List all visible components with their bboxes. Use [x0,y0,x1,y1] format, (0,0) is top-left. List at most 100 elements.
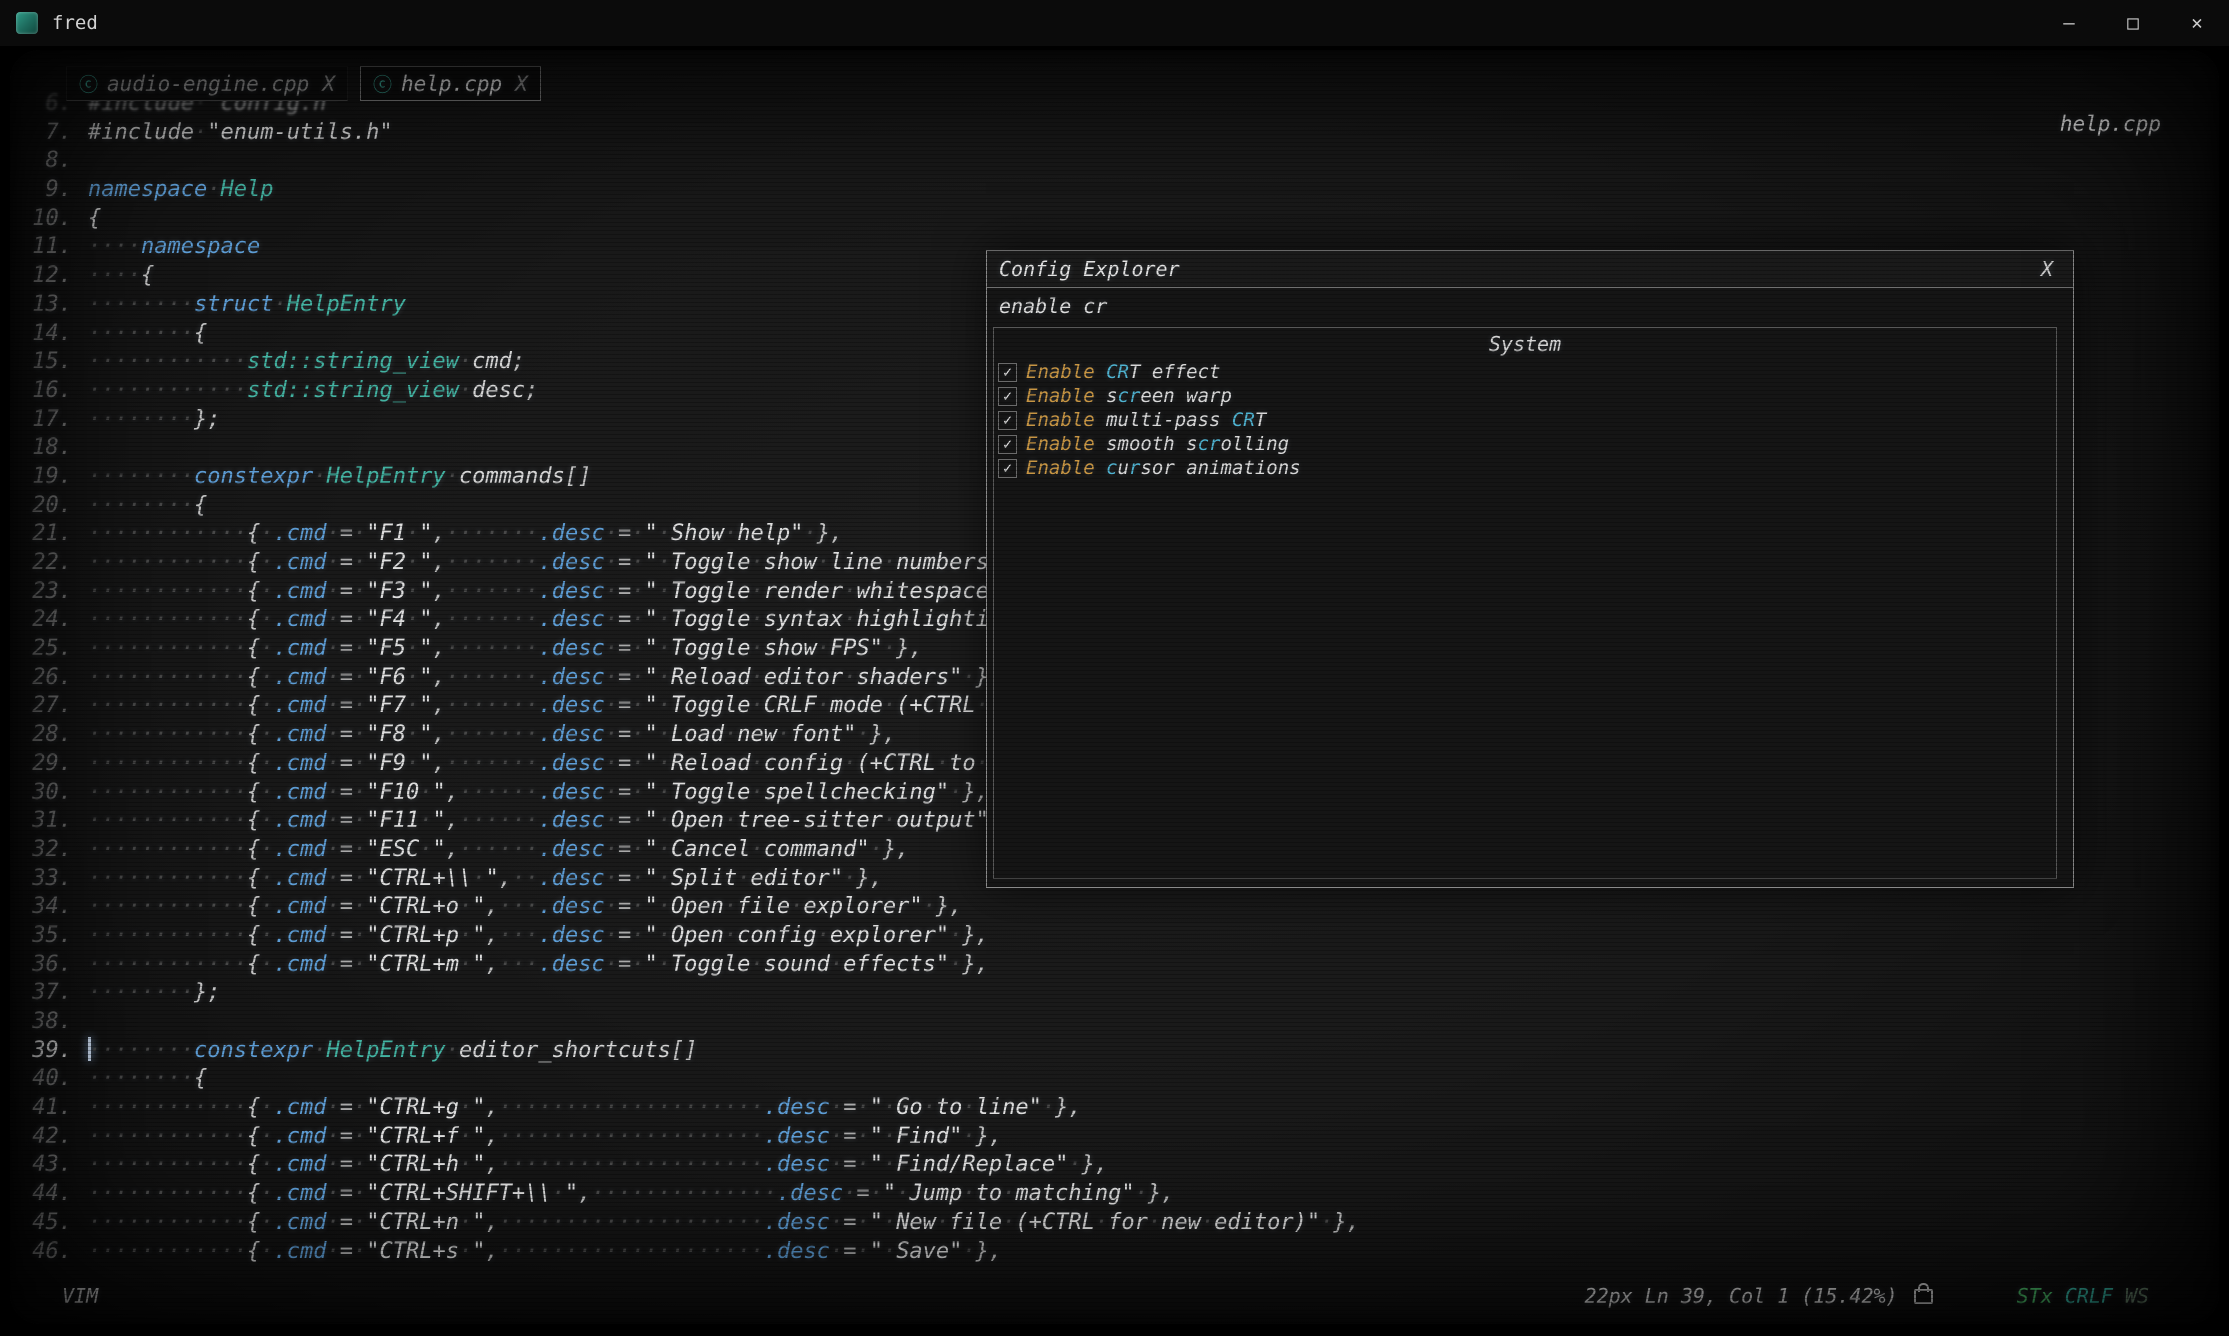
code-line[interactable]: 39.········constexpr·HelpEntry·editor_sh… [16,1037,1360,1066]
line-number: 29. [16,750,88,779]
config-explorer-close-button[interactable]: X [2033,257,2061,281]
config-options-list: System ✓Enable CRT effect✓Enable screen … [993,327,2057,879]
editor-tab-help-cpp[interactable]: ⓒhelp.cppX [360,66,541,101]
code-text: ············std::string_view·cmd; [88,348,525,377]
editor-tab-audio-engine-cpp[interactable]: ⓒaudio-engine.cppX [66,66,348,101]
code-text: ········struct·HelpEntry [88,291,406,320]
line-number: 17. [16,406,88,435]
line-number: 45. [16,1209,88,1238]
code-text: ········}; [88,406,221,435]
filename-indicator: help.cpp [2060,112,2161,136]
config-explorer-panel: Config Explorer X enable cr System ✓Enab… [986,250,2074,888]
line-number: 33. [16,865,88,894]
code-text: ····{ [88,262,154,291]
code-line[interactable]: 7.#include·"enum-utils.h" [16,119,1360,148]
code-text: ············{·.cmd·=·"CTRL+h·",·········… [88,1151,1108,1180]
config-option-row[interactable]: ✓ Enable CRT effect [994,360,2056,384]
code-text: ············{·.cmd·=·"CTRL+o·",···.desc·… [88,893,962,922]
config-search-input[interactable]: enable cr [987,288,2073,324]
tab-close-icon[interactable]: X [322,72,335,96]
line-number: 12. [16,262,88,291]
code-text: ············{·.cmd·=·"CTRL+n·",·········… [88,1209,1360,1238]
code-text: ············std::string_view·desc; [88,377,538,406]
code-text: ········{ [88,1065,207,1094]
config-explorer-title: Config Explorer [999,257,1180,281]
code-text: ········}; [88,979,221,1008]
code-line[interactable]: 36.············{·.cmd·=·"CTRL+m·",···.de… [16,951,1360,980]
code-line[interactable]: 9.namespace·Help [16,176,1360,205]
line-number: 41. [16,1094,88,1123]
config-option-row[interactable]: ✓ Enable smooth scrolling [994,432,2056,456]
tab-label: audio-engine.cpp [107,72,309,96]
config-option-row[interactable]: ✓Enable screen warp [994,384,2056,408]
code-text: namespace·Help [88,176,273,205]
code-line[interactable]: 35.············{·.cmd·=·"CTRL+p·",···.de… [16,922,1360,951]
line-number: 34. [16,893,88,922]
code-text: ············{·.cmd·=·"F2·",·······.desc·… [88,549,1042,578]
code-text: ············{·.cmd·=·"ESC·",······.desc·… [88,836,909,865]
code-text: ············{·.cmd·=·"CTRL+s·",·········… [88,1238,1002,1267]
status-flag-stx: STx [2017,1284,2053,1308]
line-number: 21. [16,520,88,549]
code-line[interactable]: 38. [16,1008,1360,1037]
checkbox-checked-icon[interactable]: ✓ [998,363,1017,382]
code-line[interactable]: 34.············{·.cmd·=·"CTRL+o·",···.de… [16,893,1360,922]
line-number: 19. [16,463,88,492]
minimize-button[interactable]: — [2037,0,2101,46]
checkbox-checked-icon[interactable]: ✓ [998,411,1017,430]
code-text: ············{·.cmd·=·"CTRL+m·",···.desc·… [88,951,989,980]
config-option-row[interactable]: ✓Enable multi-pass CRT [994,408,2056,432]
line-number: 44. [16,1180,88,1209]
line-number: 31. [16,807,88,836]
lock-icon [1914,1289,1933,1304]
config-option-row[interactable]: ✓ Enable cursor animations [994,456,2056,480]
code-line[interactable]: 43.············{·.cmd·=·"CTRL+h·",······… [16,1151,1360,1180]
line-number: 16. [16,377,88,406]
code-text: ············{·.cmd·=·"F1·",·······.desc·… [88,520,843,549]
line-number: 7. [16,119,88,148]
code-line[interactable]: 44.············{·.cmd·=·"CTRL+SHIFT+\\·"… [16,1180,1360,1209]
checkbox-checked-icon[interactable]: ✓ [998,459,1017,478]
line-number: 10. [16,205,88,234]
code-line[interactable]: 46.············{·.cmd·=·"CTRL+s·",······… [16,1238,1360,1267]
config-option-label: Enable smooth scrolling [1026,433,1289,455]
app-icon [16,12,38,34]
code-text: ············{·.cmd·=·"CTRL+f·",·········… [88,1123,1002,1152]
code-text: ············{·.cmd·=·"F11·",······.desc·… [88,807,1029,836]
maximize-button[interactable]: □ [2101,0,2165,46]
config-option-label: Enable CRT effect [1026,361,1220,383]
config-option-label: Enable cursor animations [1026,457,1301,479]
code-text: ········{ [88,320,207,349]
line-number: 36. [16,951,88,980]
code-text: ············{·.cmd·=·"F10·",······.desc·… [88,779,989,808]
code-line[interactable]: 42.············{·.cmd·=·"CTRL+f·",······… [16,1123,1360,1152]
status-flags: STxCRLFWS [2017,1284,2149,1308]
code-line[interactable]: 8. [16,147,1360,176]
window-controls: — □ ✕ [2037,0,2229,46]
line-number: 22. [16,549,88,578]
line-number: 39. [16,1037,88,1066]
code-line[interactable]: 37.········}; [16,979,1360,1008]
code-line[interactable]: 45.············{·.cmd·=·"CTRL+n·",······… [16,1209,1360,1238]
checkbox-checked-icon[interactable]: ✓ [998,387,1017,406]
code-text: ············{·.cmd·=·"F5·",·······.desc·… [88,635,923,664]
code-line[interactable]: 41.············{·.cmd·=·"CTRL+g·",······… [16,1094,1360,1123]
code-text: #include·"enum-utils.h" [88,119,393,148]
code-text: ············{·.cmd·=·"CTRL+g·",·········… [88,1094,1082,1123]
tab-close-icon[interactable]: X [515,72,528,96]
window-titlebar[interactable]: fred — □ ✕ [0,0,2229,47]
config-explorer-titlebar[interactable]: Config Explorer X [987,251,2073,288]
line-number: 8. [16,147,88,176]
code-line[interactable]: 10.{ [16,205,1360,234]
checkbox-checked-icon[interactable]: ✓ [998,435,1017,454]
close-button[interactable]: ✕ [2165,0,2229,46]
cursor-position-info: 22px Ln 39, Col 1 (15.42%) [1585,1284,1898,1308]
code-line[interactable]: 40.········{ [16,1065,1360,1094]
code-text: ············{·.cmd·=·"CTRL+SHIFT+\\·",··… [88,1180,1174,1209]
code-text: ············{·.cmd·=·"F8·",·······.desc·… [88,721,896,750]
status-right: 22px Ln 39, Col 1 (15.42%) STxCRLFWS [1585,1284,2149,1308]
code-text: ············{·.cmd·=·"F9·",·······.desc·… [88,750,1108,779]
code-text: ········{ [88,492,207,521]
status-bar: VIM 22px Ln 39, Col 1 (15.42%) STxCRLFWS [10,1284,2219,1308]
line-number: 25. [16,635,88,664]
